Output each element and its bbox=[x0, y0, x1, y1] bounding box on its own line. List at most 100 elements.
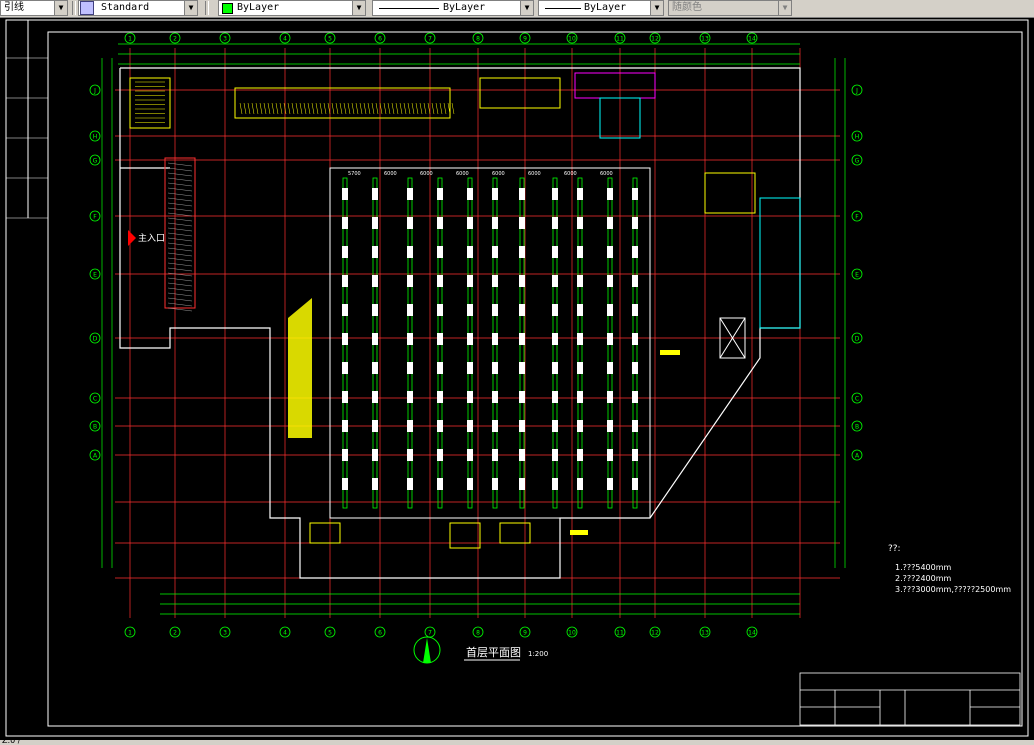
plot-style-value: 随颜色 bbox=[672, 2, 702, 13]
axis-label: B bbox=[855, 424, 859, 431]
chevron-down-icon[interactable]: ▼ bbox=[520, 1, 533, 15]
escalator-step bbox=[319, 102, 323, 115]
axis-label: G bbox=[855, 158, 860, 165]
shelf-unit bbox=[467, 420, 473, 432]
dimension-label: 5700 bbox=[348, 171, 361, 177]
shelf-unit bbox=[632, 478, 638, 490]
toilet-block bbox=[574, 72, 656, 99]
text-style-dropdown[interactable]: Standard ▼ bbox=[78, 0, 198, 16]
shelf-unit bbox=[467, 304, 473, 316]
axis-label: 9 bbox=[523, 36, 527, 43]
ramp-hatch bbox=[167, 272, 193, 277]
shelf-unit bbox=[519, 333, 525, 345]
axis-label: 6 bbox=[378, 36, 382, 43]
shelf-unit bbox=[467, 391, 473, 403]
escalator-step bbox=[395, 102, 399, 115]
shelf-unit bbox=[552, 246, 558, 258]
escalator-step bbox=[363, 102, 367, 115]
ramp-hatch bbox=[167, 282, 193, 287]
ramp-hatch bbox=[167, 277, 193, 282]
linetype-bylayer-dropdown[interactable]: ByLayer ▼ bbox=[372, 0, 534, 16]
shelf-unit bbox=[519, 217, 525, 229]
plan-scale: 1:200 bbox=[528, 650, 548, 658]
axis-grid-vertical bbox=[129, 48, 801, 618]
escalator-step bbox=[359, 102, 363, 115]
ramp-hatch bbox=[167, 297, 193, 302]
ramp-hatch bbox=[167, 252, 193, 257]
shelf-unit bbox=[552, 449, 558, 461]
shelf-unit bbox=[607, 217, 613, 229]
layer-dropdown[interactable]: ByLayer ▼ bbox=[218, 0, 366, 16]
escalator-step bbox=[303, 102, 307, 115]
ramp-hatch bbox=[167, 257, 193, 262]
chevron-down-icon[interactable]: ▼ bbox=[184, 1, 197, 15]
shelf-unit bbox=[552, 333, 558, 345]
axis-label: 13 bbox=[701, 630, 709, 637]
linetype-dropdown[interactable]: 引线 ▼ bbox=[0, 0, 68, 16]
shelf-unit bbox=[492, 478, 498, 490]
shelf-unit bbox=[407, 188, 413, 200]
axis-label: H bbox=[855, 134, 860, 141]
axis-label: E bbox=[855, 272, 859, 279]
shelf-unit bbox=[577, 275, 583, 287]
axis-label: 13 bbox=[701, 36, 709, 43]
entrance-label: 主入口 bbox=[138, 232, 165, 244]
shelf-unit bbox=[607, 246, 613, 258]
axis-label: C bbox=[93, 396, 97, 403]
escalator-step bbox=[403, 102, 407, 115]
shelf-unit bbox=[552, 362, 558, 374]
shelf-unit bbox=[342, 362, 348, 374]
shelf-unit bbox=[552, 478, 558, 490]
shelf-unit bbox=[372, 275, 378, 287]
shelf-unit bbox=[519, 304, 525, 316]
shelf-unit bbox=[407, 420, 413, 432]
shelf-unit bbox=[577, 420, 583, 432]
plot-style-dropdown[interactable]: 随颜色 ▼ bbox=[668, 0, 792, 16]
axis-label: A bbox=[855, 453, 860, 460]
escalator-step bbox=[391, 102, 395, 115]
axis-label: C bbox=[855, 396, 859, 403]
shelf-unit bbox=[467, 275, 473, 287]
chevron-down-icon[interactable]: ▼ bbox=[352, 1, 365, 15]
escalator-step bbox=[451, 102, 455, 115]
axis-label: 4 bbox=[283, 630, 287, 637]
escalator-step bbox=[315, 102, 319, 115]
shelf-unit bbox=[342, 478, 348, 490]
text-style-value: Standard bbox=[101, 2, 150, 13]
shelf-unit bbox=[437, 478, 443, 490]
lineweight-dropdown[interactable]: ByLayer ▼ bbox=[538, 0, 664, 16]
chevron-down-icon[interactable]: ▼ bbox=[778, 1, 791, 15]
shelf-unit bbox=[519, 362, 525, 374]
toolbar-separator bbox=[72, 1, 76, 15]
escalator-step bbox=[311, 102, 315, 115]
stair-core-north bbox=[479, 77, 561, 109]
status-text: Z:0 / bbox=[2, 736, 21, 745]
axis-label: 10 bbox=[568, 630, 576, 637]
drawing-canvas[interactable]: 5700 6000 6000 6000 6000 6000 6000 6000 主入口 112… bbox=[0, 18, 1034, 740]
axis-label: 1 bbox=[128, 36, 132, 43]
shelf-unit bbox=[492, 246, 498, 258]
shelf-unit bbox=[607, 362, 613, 374]
text-style-icon[interactable] bbox=[80, 1, 94, 15]
shelf-rows bbox=[342, 177, 638, 509]
shelf-unit bbox=[519, 275, 525, 287]
chevron-down-icon[interactable]: ▼ bbox=[650, 1, 663, 15]
escalator-step bbox=[415, 102, 419, 115]
shelf-unit bbox=[552, 304, 558, 316]
axis-label: E bbox=[93, 272, 97, 279]
shelf-unit bbox=[607, 449, 613, 461]
shelf-unit bbox=[607, 478, 613, 490]
shelf-unit bbox=[632, 362, 638, 374]
shelf-unit bbox=[372, 478, 378, 490]
escalator-step bbox=[255, 102, 259, 115]
chevron-down-icon[interactable]: ▼ bbox=[54, 1, 67, 15]
shelf-unit bbox=[342, 217, 348, 229]
axis-label: 11 bbox=[616, 36, 624, 43]
escalator-step bbox=[251, 102, 255, 115]
shelf-unit bbox=[492, 420, 498, 432]
dimension-label: 6000 bbox=[528, 171, 541, 177]
axis-label: G bbox=[93, 158, 98, 165]
escalator-left bbox=[288, 298, 312, 438]
entry-ramp-hatch bbox=[167, 162, 193, 312]
note-1: 1.???5400mm bbox=[895, 563, 952, 572]
